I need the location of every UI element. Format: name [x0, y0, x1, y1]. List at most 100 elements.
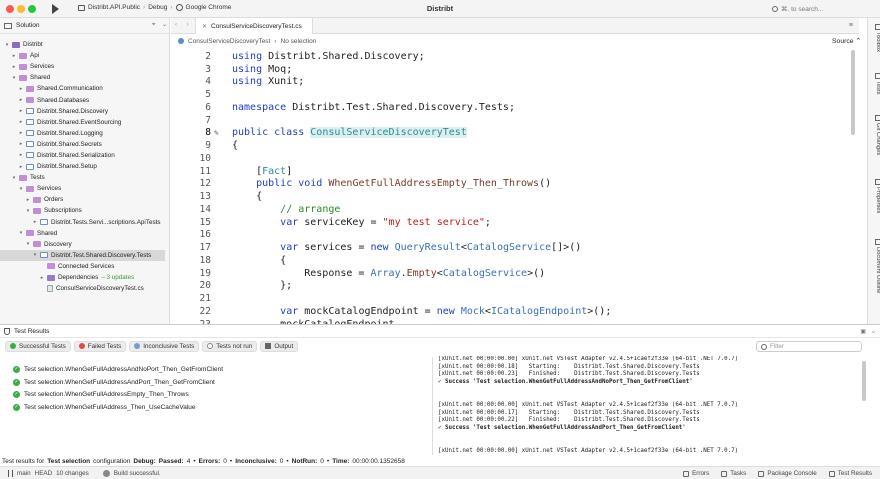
chevron-down-icon[interactable]: ▾	[4, 42, 10, 48]
chevron-down-icon[interactable]: ▾	[18, 186, 24, 192]
chevron-down-icon[interactable]: ▾	[11, 75, 17, 81]
chevron-right-icon[interactable]: ▸	[18, 141, 24, 147]
tree-item[interactable]: ▸ Api	[0, 50, 169, 61]
tree-item[interactable]: ▾ Distribt	[0, 39, 169, 50]
code-text[interactable]: using Distribt.Shared.Discovery;	[232, 51, 425, 62]
code-text[interactable]: namespace Distribt.Test.Shared.Discovery…	[232, 102, 515, 113]
breadcrumb-member[interactable]: No selection	[281, 38, 317, 45]
code-text[interactable]: var serviceKey = "my test service";	[232, 217, 491, 228]
rail-git-changes[interactable]: Git Changes	[869, 115, 880, 155]
chevron-down-icon[interactable]: ▾	[25, 208, 31, 214]
code-line[interactable]: 13 {	[171, 190, 848, 203]
tree-item[interactable]: ▸ Services	[0, 61, 169, 72]
run-device[interactable]: Google Chrome	[186, 4, 232, 11]
code-line[interactable]: 21	[171, 292, 848, 305]
filter-inconclusive-tests[interactable]: Inconclusive Tests	[129, 340, 200, 352]
breadcrumb-class[interactable]: ConsulServiceDiscoveryTest	[188, 38, 270, 45]
test-result-row[interactable]: ✓ Test selection.WhenGetFullAddress_Then_…	[0, 401, 430, 414]
panel-splitter[interactable]	[432, 357, 433, 455]
tree-item[interactable]: ▸ Dependencies – 3 updates	[0, 272, 169, 283]
rail-toolbox[interactable]: Toolbox	[869, 24, 880, 52]
tree-item[interactable]: ▸ Distribt.Shared.EventSourcing	[0, 117, 169, 128]
code-line[interactable]: 10	[171, 152, 848, 165]
chevron-right-icon[interactable]: ▸	[18, 152, 24, 158]
test-filter-input[interactable]: Filter	[756, 341, 862, 352]
chevron-down-icon[interactable]: ⌄	[871, 328, 876, 335]
tree-item[interactable]: ▸ Distribt.Shared.Discovery	[0, 106, 169, 117]
tree-item[interactable]: ▸ Distribt.Tests.Servi...scriptions.ApiTe…	[0, 217, 169, 228]
run-icon[interactable]	[52, 4, 59, 14]
zoom-window-button[interactable]	[28, 5, 36, 13]
code-text[interactable]: using Moq;	[232, 64, 292, 75]
code-text[interactable]: {	[232, 255, 286, 266]
close-window-button[interactable]	[6, 5, 14, 13]
sidebar-icon[interactable]	[4, 22, 12, 29]
chevron-down-icon[interactable]: ▾	[11, 175, 17, 181]
tree-item[interactable]: ▸ Distribt.Shared.Secrets	[0, 139, 169, 150]
code-line[interactable]: 3 using Moq;	[171, 63, 848, 76]
run-configuration[interactable]: Distribt.API.Public › Debug › Google Chr…	[78, 4, 231, 11]
test-result-row[interactable]: ✓ Test selection.WhenGetFullAddressAndNoP…	[0, 363, 430, 376]
tree-item[interactable]: ▸ Orders	[0, 194, 169, 205]
tree-item[interactable]: ▸ Shared.Communication	[0, 83, 169, 94]
rail-tests[interactable]: Tests	[869, 73, 880, 95]
chevron-right-icon[interactable]: ▸	[32, 219, 38, 225]
changes-count[interactable]: 10 changes	[56, 470, 89, 477]
rail-properties[interactable]: Properties	[869, 178, 880, 213]
test-result-row[interactable]: ✓ Test selection.WhenGetFullAddressAndPor…	[0, 376, 430, 389]
code-line[interactable]: 15 var serviceKey = "my test service";	[171, 216, 848, 229]
tab-consul-service-discovery-test[interactable]: ✕ ConsulServiceDiscoveryTest.cs	[195, 18, 313, 34]
code-line[interactable]: 4 using Xunit;	[171, 76, 848, 89]
chevron-down-icon[interactable]: ⌄	[162, 21, 167, 28]
chevron-right-icon[interactable]: ▸	[11, 64, 17, 70]
tree-item[interactable]: ▾ Services	[0, 183, 169, 194]
rail-document-outline[interactable]: Document Outline	[869, 238, 880, 293]
code-line[interactable]: 16	[171, 229, 848, 242]
chevron-right-icon[interactable]: ▸	[18, 130, 24, 136]
code-line[interactable]: 11 [Fact]	[171, 165, 848, 178]
code-text[interactable]: // arrange	[232, 204, 340, 215]
output-button[interactable]: Output	[260, 340, 299, 352]
code-line[interactable]: 9{	[171, 139, 848, 152]
chevron-down-icon[interactable]: ▾	[25, 241, 31, 247]
chevron-right-icon[interactable]: ▸	[18, 119, 24, 125]
chevron-right-icon[interactable]: ▸	[11, 53, 17, 59]
code-line[interactable]: 20 };	[171, 280, 848, 293]
filter-failed-tests[interactable]: Failed Tests	[73, 340, 127, 352]
chevron-right-icon[interactable]: ▸	[18, 164, 24, 170]
code-line[interactable]: 7	[171, 114, 848, 127]
minimize-window-button[interactable]	[17, 5, 25, 13]
filter-successful-tests[interactable]: Successful Tests	[5, 340, 71, 352]
code-line[interactable]: 5	[171, 88, 848, 101]
code-line[interactable]: 17 var services = new QueryResult<Catalo…	[171, 241, 848, 254]
global-search[interactable]: ⌘. to search...	[772, 3, 872, 14]
close-tab-icon[interactable]: ✕	[202, 23, 207, 30]
code-line[interactable]: 18 {	[171, 254, 848, 267]
pin-icon[interactable]: ⌖	[152, 22, 155, 29]
tree-item[interactable]: ▾ Discovery	[0, 239, 169, 250]
chevron-right-icon[interactable]: ▸	[18, 108, 24, 114]
tree-item[interactable]: ▾ Subscriptions	[0, 205, 169, 216]
code-text[interactable]: };	[232, 280, 292, 291]
search-placeholder[interactable]: ⌘. to search...	[781, 5, 823, 13]
console-scrollbar[interactable]	[862, 361, 866, 401]
maximize-panel-icon[interactable]: ▣	[860, 328, 866, 335]
code-text[interactable]: [Fact]	[232, 166, 292, 177]
code-text[interactable]: var mockCatalogEndpoint = new Mock<ICata…	[232, 306, 611, 317]
tree-item[interactable]: ▾ Shared	[0, 228, 169, 239]
tab-menu-icon[interactable]: ≡	[849, 22, 853, 29]
code-text[interactable]: public class ConsulServiceDiscoveryTest	[232, 127, 467, 139]
nav-arrows-icon[interactable]: ‹ ›	[175, 22, 193, 28]
code-line[interactable]: 12 public void WhenGetFullAddressEmpty_T…	[171, 178, 848, 191]
run-project[interactable]: Distribt.API.Public	[88, 4, 140, 11]
chevron-down-icon[interactable]: ▾	[32, 252, 38, 258]
code-line[interactable]: 6 namespace Distribt.Test.Shared.Discover…	[171, 101, 848, 114]
tree-item[interactable]: ▸ Shared.Databases	[0, 94, 169, 105]
status-tasks[interactable]: Tasks	[721, 470, 746, 477]
filter-placeholder[interactable]: Filter	[770, 343, 784, 350]
chevron-down-icon[interactable]: ▾	[18, 230, 24, 236]
code-line[interactable]: 8 ✎ public class ConsulServiceDiscoveryTes…	[171, 127, 848, 140]
status-errors[interactable]: Errors	[683, 470, 709, 477]
status-test-results[interactable]: Test Results	[828, 470, 872, 477]
source-view-select[interactable]: Source ⌃	[832, 37, 861, 45]
